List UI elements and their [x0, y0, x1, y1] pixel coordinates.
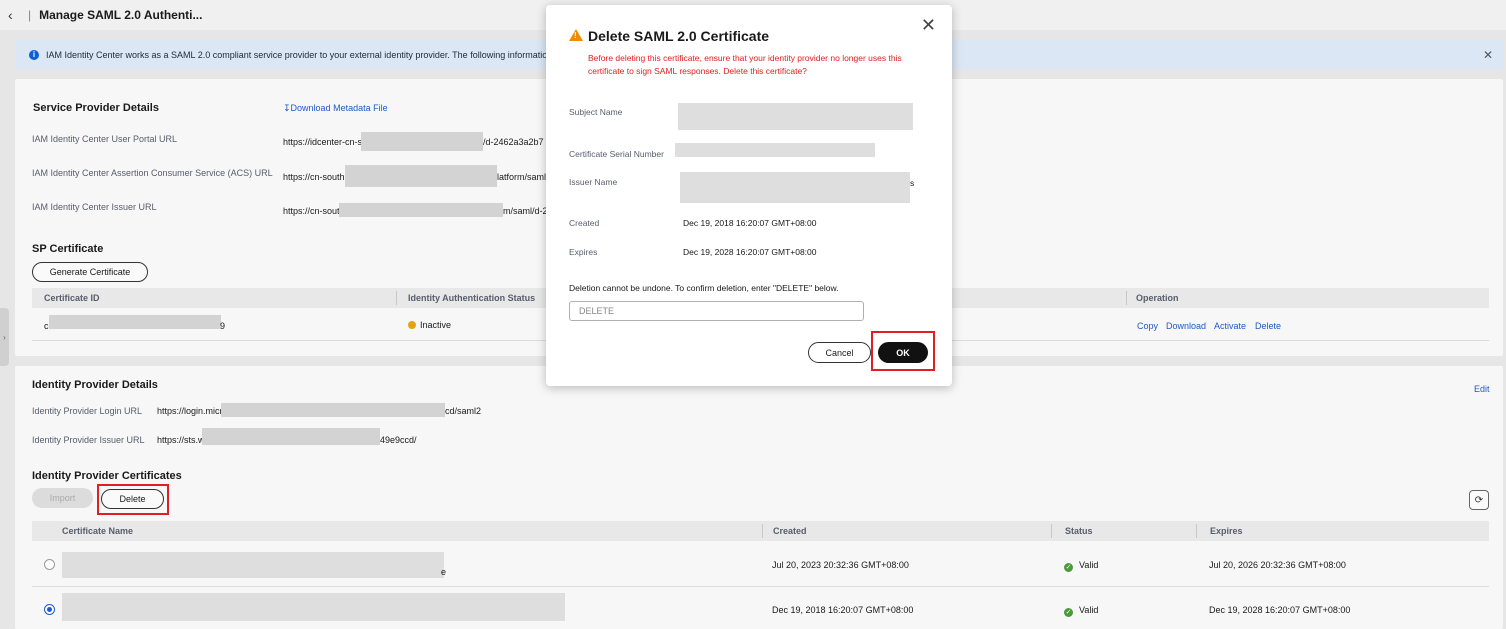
- column-divider: [1126, 291, 1127, 305]
- serial-number-label: Certificate Serial Number: [569, 149, 664, 159]
- warning-icon: !: [569, 29, 583, 41]
- idp-login-url-suffix: cd/saml2: [445, 406, 482, 416]
- row-select-radio[interactable]: [44, 559, 55, 570]
- issuer-url-suffix: m/saml/d-2: [503, 206, 548, 216]
- confirm-prompt: Deletion cannot be undone. To confirm de…: [569, 283, 839, 293]
- acs-url-label: IAM Identity Center Assertion Consumer S…: [32, 168, 273, 178]
- status-text: Valid: [1079, 605, 1099, 615]
- expires-cell: Jul 20, 2026 20:32:36 GMT+08:00: [1209, 560, 1346, 570]
- redacted-portal-url: [361, 132, 483, 151]
- status-badge: Inactive: [408, 320, 451, 330]
- back-arrow-icon[interactable]: ‹: [8, 7, 22, 23]
- valid-check-icon: ✓: [1064, 608, 1073, 617]
- inactive-status-icon: [408, 321, 416, 329]
- col-expires: Expires: [1210, 526, 1243, 536]
- redacted-serial-number: [675, 143, 875, 157]
- download-link[interactable]: Download: [1166, 321, 1206, 331]
- expires-value: Dec 19, 2028 16:20:07 GMT+08:00: [683, 247, 817, 257]
- banner-close-icon[interactable]: ✕: [1483, 48, 1493, 62]
- col-created: Created: [773, 526, 807, 536]
- cancel-button[interactable]: Cancel: [808, 342, 871, 363]
- edit-link[interactable]: Edit: [1474, 384, 1490, 394]
- column-divider: [762, 524, 763, 538]
- status-cell: ✓ Valid: [1064, 605, 1098, 617]
- status-text: Inactive: [420, 320, 452, 330]
- valid-check-icon: ✓: [1064, 563, 1073, 572]
- portal-url-label: IAM Identity Center User Portal URL: [32, 134, 178, 144]
- confirm-delete-input[interactable]: [569, 301, 864, 321]
- redacted-certificate-name: [62, 552, 444, 578]
- identity-provider-card: Identity Provider Details Edit Identity …: [15, 366, 1503, 629]
- identity-provider-heading: Identity Provider Details: [32, 379, 158, 391]
- idp-issuer-url-suffix: 49e9ccd/: [380, 435, 417, 445]
- service-provider-heading: Service Provider Details: [33, 102, 159, 114]
- created-cell: Dec 19, 2018 16:20:07 GMT+08:00: [772, 605, 914, 615]
- created-value: Dec 19, 2018 16:20:07 GMT+08:00: [683, 218, 817, 228]
- import-button[interactable]: Import: [32, 488, 93, 508]
- idp-login-url-prefix: https://login.micr: [157, 406, 223, 416]
- col-identity-auth-status: Identity Authentication Status: [408, 293, 536, 303]
- page-title: Manage SAML 2.0 Authenti...: [39, 8, 203, 22]
- col-operation: Operation: [1136, 293, 1179, 303]
- activate-link[interactable]: Activate: [1214, 321, 1246, 331]
- idp-issuer-url-label: Identity Provider Issuer URL: [32, 435, 145, 445]
- redacted-issuer-url: [339, 203, 503, 217]
- redacted-acs-url: [345, 165, 497, 187]
- expires-label: Expires: [569, 247, 598, 257]
- idp-certificates-heading: Identity Provider Certificates: [32, 470, 182, 482]
- portal-url-suffix: /d-2462a3a2b7: [483, 137, 544, 147]
- redacted-certificate-id: [49, 315, 221, 329]
- highlight-box: [871, 331, 935, 371]
- side-collapse-handle-icon[interactable]: ›: [0, 308, 9, 366]
- certificate-id-prefix: c: [44, 321, 49, 331]
- idp-issuer-url-prefix: https://sts.w: [157, 435, 205, 445]
- idp-certificate-table-header: Certificate Name Created Status Expires: [32, 521, 1489, 541]
- certificate-id-suffix: 9: [220, 321, 226, 331]
- redacted-idp-login-url: [221, 403, 445, 417]
- highlight-box: [97, 484, 169, 515]
- dialog-warning-text: Before deleting this certificate, ensure…: [588, 53, 902, 76]
- issuer-name-label: Issuer Name: [569, 177, 618, 187]
- issuer-url-label: IAM Identity Center Issuer URL: [32, 202, 157, 212]
- column-divider: [396, 291, 397, 305]
- dialog-close-icon[interactable]: ✕: [921, 15, 936, 36]
- generate-certificate-button[interactable]: Generate Certificate: [32, 262, 148, 282]
- download-icon: ↧: [283, 103, 291, 113]
- title-separator: |: [28, 8, 32, 22]
- acs-url-prefix: https://cn-south: [283, 172, 345, 182]
- refresh-icon[interactable]: ⟳: [1469, 490, 1489, 510]
- idp-login-url-label: Identity Provider Login URL: [32, 406, 143, 416]
- created-cell: Jul 20, 2023 20:32:36 GMT+08:00: [772, 560, 909, 570]
- status-cell: ✓ Valid: [1064, 560, 1098, 572]
- download-metadata-label: Download Metadata File: [290, 103, 388, 113]
- delete-link[interactable]: Delete: [1255, 321, 1281, 331]
- subject-name-label: Subject Name: [569, 107, 623, 117]
- issuer-url-prefix: https://cn-sout: [283, 206, 340, 216]
- info-icon: i: [29, 49, 39, 60]
- col-status: Status: [1065, 526, 1093, 536]
- dialog-title: Delete SAML 2.0 Certificate: [588, 28, 770, 44]
- certificate-name-suffix: e: [441, 567, 447, 577]
- info-banner-text: IAM Identity Center works as a SAML 2.0 …: [46, 49, 560, 60]
- expires-cell: Dec 19, 2028 16:20:07 GMT+08:00: [1209, 605, 1351, 615]
- column-divider: [1051, 524, 1052, 538]
- row-divider: [32, 586, 1489, 587]
- col-certificate-id: Certificate ID: [44, 293, 100, 303]
- redacted-certificate-name: [62, 593, 565, 621]
- redacted-subject-name: [678, 103, 913, 130]
- column-divider: [1196, 524, 1197, 538]
- acs-url-suffix: latform/saml/: [497, 172, 549, 182]
- sp-certificate-heading: SP Certificate: [32, 243, 104, 255]
- created-label: Created: [569, 218, 600, 228]
- portal-url-prefix: https://idcenter-cn-s: [283, 137, 363, 147]
- issuer-name-suffix: s: [910, 178, 915, 188]
- download-metadata-link[interactable]: ↧Download Metadata File: [283, 103, 388, 114]
- col-certificate-name: Certificate Name: [62, 526, 134, 536]
- status-text: Valid: [1079, 560, 1099, 570]
- redacted-issuer-name: [680, 172, 910, 203]
- delete-certificate-dialog: ! Delete SAML 2.0 Certificate ✕ Before d…: [546, 5, 952, 386]
- row-select-radio[interactable]: [44, 604, 55, 615]
- redacted-idp-issuer-url: [202, 428, 380, 445]
- copy-link[interactable]: Copy: [1137, 321, 1158, 331]
